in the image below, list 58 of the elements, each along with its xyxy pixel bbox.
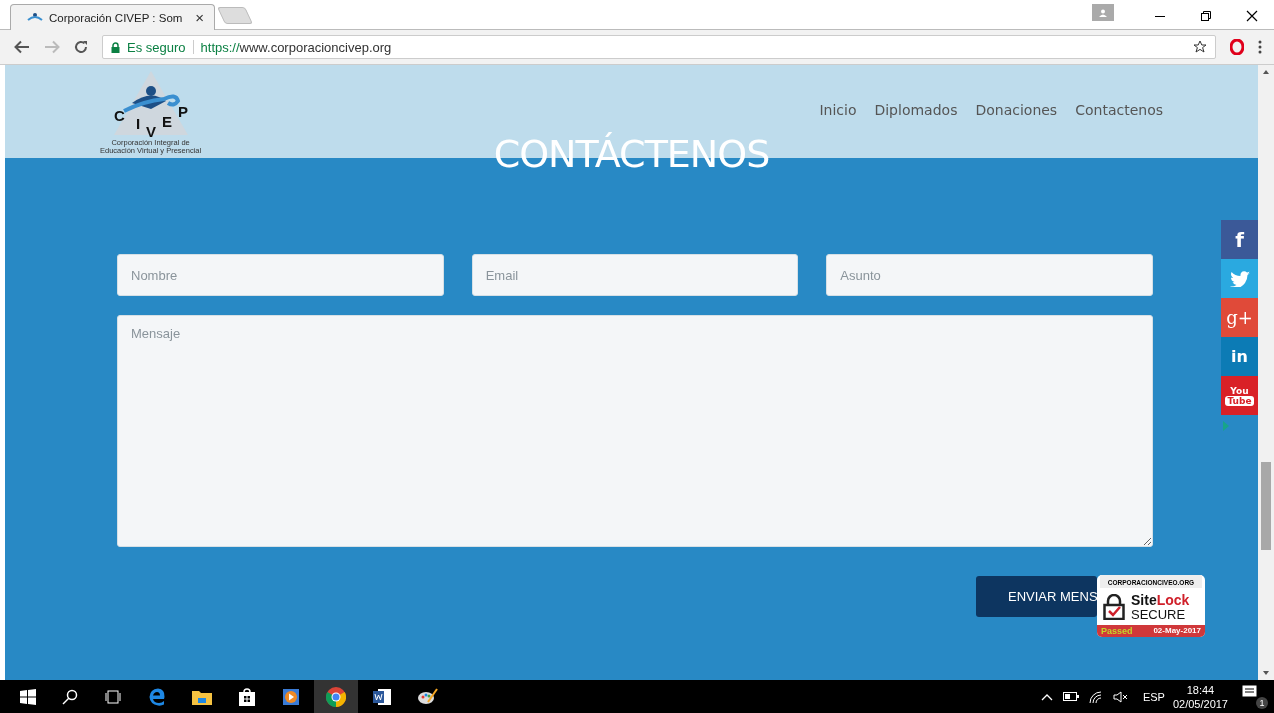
padlock-check-icon [1103,593,1125,620]
input-field[interactable]: Email [471,254,799,296]
social-link[interactable]: g+ [1221,298,1258,337]
windows-start-icon[interactable] [20,688,36,705]
twitter-icon[interactable] [1221,259,1258,298]
url-text: https://www.corporacioncivep.org [200,39,392,55]
opera-icon[interactable] [1230,39,1244,55]
address-bar[interactable]: Es seguro https://www.corporacioncivep.org [102,35,1216,59]
paint-palette-icon[interactable] [418,687,438,706]
input-field[interactable]: Asunto [826,254,1153,296]
speaker-muted-icon[interactable] [1112,690,1129,703]
task-view-icon[interactable] [104,689,122,704]
scrollbar[interactable] [1258,65,1274,680]
social-link[interactable]: in [1221,337,1258,376]
send-button[interactable]: ENVIAR MENS [976,576,1097,617]
chrome-icon [326,686,346,707]
star-icon[interactable] [1193,40,1207,54]
tab-title: Corporación CIVEP : Som [49,11,184,24]
restore-icon[interactable] [1200,10,1212,22]
tab-close-button[interactable]: × [195,9,204,26]
nav-link[interactable]: Inicio [819,101,857,118]
logo-drawing: C I V E P [113,70,188,139]
more-menu-icon[interactable] [1258,40,1262,54]
secure-label: Es seguro [127,39,186,55]
language-indicator[interactable]: ESP [1142,690,1165,703]
social-link[interactable]: f [1221,220,1258,259]
edge-browser-icon[interactable] [148,687,166,706]
browser-tab[interactable]: Corporación CIVEP : Som × [10,4,215,30]
badge-brand: SiteLock [1131,592,1190,608]
scroll-down-icon[interactable] [1262,670,1270,676]
nav-link[interactable]: Donaciones [975,101,1058,118]
close-icon[interactable] [1246,10,1258,22]
scroll-up-icon[interactable] [1262,69,1270,75]
nav-link[interactable]: Diplomados [874,101,958,118]
clock[interactable]: 18:44 02/05/2017 [1172,682,1228,711]
wifi-icon[interactable] [1088,690,1103,703]
badge-date: 02-May-2017 [1153,626,1201,636]
social-link[interactable]: You Tube [1221,376,1258,415]
battery-icon[interactable] [1062,692,1079,701]
notification-count: 1 [1256,696,1268,709]
scrollbar-thumb[interactable] [1261,462,1271,550]
reload-icon[interactable] [74,40,88,54]
chrome-taskbar-button[interactable] [314,680,358,713]
notification-icon[interactable] [1242,684,1258,699]
back-icon[interactable] [14,40,30,54]
chevron-up-icon[interactable] [1040,692,1053,701]
store-bag-icon[interactable] [238,687,256,706]
badge-status: Passed [1101,626,1133,636]
search-icon[interactable] [62,688,78,705]
lock-icon [111,41,120,53]
word-icon[interactable] [372,687,392,706]
input-field[interactable]: Nombre [117,254,444,296]
media-player-icon[interactable] [282,687,300,706]
logo-icon [27,11,43,24]
folder-icon[interactable] [192,688,212,705]
message-field[interactable]: Mensaje [117,315,1153,547]
nav-link[interactable]: Contactenos [1075,101,1163,118]
badge-secure: SECURE [1131,608,1187,621]
